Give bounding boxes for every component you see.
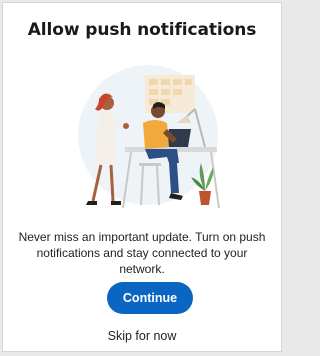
push-notification-dialog: Allow push notifications Never miss an i… bbox=[2, 2, 282, 352]
dialog-title: Allow push notifications bbox=[27, 20, 257, 40]
continue-button[interactable]: Continue bbox=[107, 282, 193, 314]
dialog-message: Never miss an important update. Turn on … bbox=[13, 229, 271, 277]
people-working-illustration bbox=[73, 63, 223, 213]
skip-for-now-link[interactable]: Skip for now bbox=[3, 329, 281, 343]
message-line-2: notifications and stay connected to your… bbox=[36, 246, 248, 276]
message-line-1: Never miss an important update. Turn on … bbox=[18, 230, 266, 244]
